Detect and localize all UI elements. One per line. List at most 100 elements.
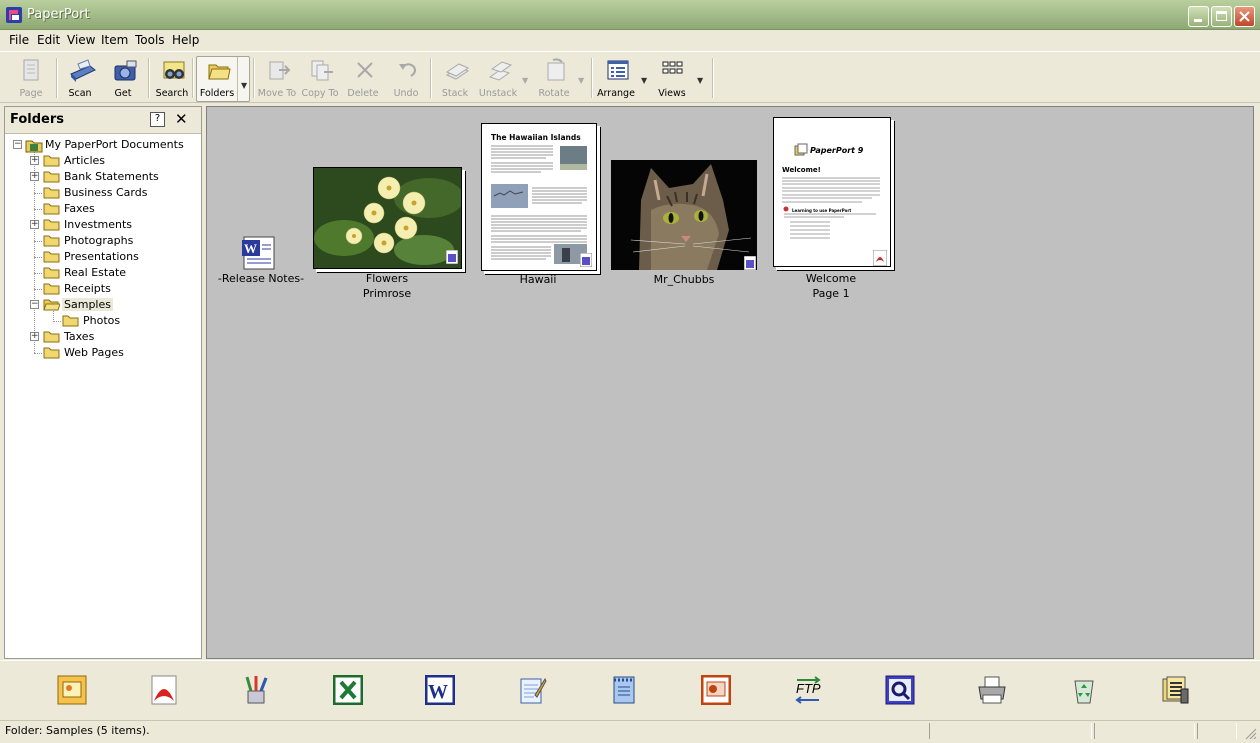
folder-icon [43, 267, 60, 279]
collapse-icon[interactable]: − [30, 300, 39, 309]
menu-file[interactable]: File [9, 33, 29, 47]
delete-x-icon [357, 62, 373, 78]
expand-icon[interactable]: + [30, 172, 39, 181]
paperport-desktop[interactable]: W -Release Notes- Flowers Primrose The H… [206, 106, 1254, 659]
folders-button[interactable]: Folders [197, 56, 237, 100]
expand-icon[interactable]: + [30, 156, 39, 165]
close-icon [1239, 11, 1250, 22]
toolbar-separator [712, 58, 714, 98]
status-bar: Folder: Samples (5 items). [0, 720, 1260, 743]
item-release-notes[interactable]: W -Release Notes- [218, 235, 304, 295]
folder-icon [43, 187, 60, 199]
primrose-photo [314, 168, 461, 268]
resize-grip-icon[interactable] [1244, 727, 1257, 740]
tree-item-web-pages[interactable]: Web Pages [5, 345, 195, 361]
pane-close-icon[interactable]: ✕ [175, 110, 188, 128]
search-button[interactable]: Search [152, 56, 192, 100]
folder-icon [43, 251, 60, 263]
get-button[interactable]: Get [103, 56, 143, 100]
rotate-dropdown-icon[interactable]: ▼ [578, 76, 584, 85]
tree-root[interactable]: − My PaperPort Documents [11, 137, 201, 153]
tree-item-photographs[interactable]: Photographs [5, 233, 195, 249]
paint-brushes-app-icon[interactable] [241, 675, 271, 705]
flowers-photo-thumbnail [313, 167, 462, 269]
arrange-button[interactable]: Arrange [596, 56, 636, 100]
wordpad-app-icon[interactable] [609, 675, 639, 705]
item-caption: Mr_Chubbs [653, 273, 715, 286]
notepad-app-icon[interactable] [517, 675, 547, 705]
views-button[interactable]: Views [652, 56, 692, 100]
menu-item[interactable]: Item [101, 33, 128, 47]
close-button[interactable] [1234, 6, 1255, 27]
scanner-icon [70, 59, 96, 82]
scan-button[interactable]: Scan [60, 56, 100, 100]
item-welcome[interactable]: PaperPort 9 Welcome! Learning to use Pap… [773, 117, 898, 302]
toolbar: Page Scan Get Search Folders ▼ Move To C… [0, 51, 1260, 103]
folder-icon [43, 219, 60, 231]
delete-button[interactable]: Delete [343, 56, 383, 100]
tree-item-taxes[interactable]: + Taxes [5, 329, 195, 345]
item-mr-chubbs[interactable]: Mr_Chubbs [611, 160, 761, 290]
tree-item-real-estate[interactable]: Real Estate [5, 265, 195, 281]
maximize-button[interactable] [1211, 6, 1232, 27]
search-app-icon[interactable] [885, 675, 915, 705]
arrange-dropdown-icon[interactable]: ▼ [641, 76, 647, 85]
folder-icon [43, 331, 60, 343]
menu-view[interactable]: View [67, 33, 95, 47]
tree-item-samples[interactable]: − Samples [5, 297, 195, 313]
stack-button[interactable]: Stack [435, 56, 475, 100]
help-icon[interactable]: ? [150, 112, 165, 127]
minimize-button[interactable] [1188, 6, 1209, 27]
zip-archive-app-icon[interactable] [1160, 675, 1190, 705]
tree-root-label: My PaperPort Documents [45, 138, 184, 151]
menu-edit[interactable]: Edit [37, 33, 60, 47]
expand-icon[interactable]: + [30, 332, 39, 341]
tree-item-photos[interactable]: Photos [5, 313, 195, 329]
binoculars-search-icon [163, 61, 185, 79]
title-bar[interactable]: PaperPort [0, 0, 1260, 30]
excel-app-icon[interactable] [333, 675, 363, 705]
unstack-icon [488, 61, 513, 81]
collapse-icon[interactable]: − [13, 140, 22, 149]
move-to-button[interactable]: Move To [257, 56, 297, 100]
paperport-image-badge-icon [446, 250, 458, 264]
hawaii-document-thumbnail: The Hawaiian Islands [481, 123, 597, 271]
page-button[interactable]: Page [11, 56, 51, 100]
copy-to-button[interactable]: Copy To [300, 56, 340, 100]
unstack-dropdown-icon[interactable]: ▼ [522, 76, 528, 85]
menu-bar: File Edit View Item Tools Help [0, 30, 1260, 50]
word-app-icon[interactable]: W [425, 675, 455, 705]
item-hawaii[interactable]: The Hawaiian Islands Hawaii [481, 123, 601, 288]
status-text: Folder: Samples (5 items). [5, 724, 150, 737]
recycle-bin-icon[interactable] [1069, 675, 1099, 705]
expand-icon[interactable]: + [30, 220, 39, 229]
welcome-doc-subheading: Learning to use PaperPort [792, 208, 852, 213]
tree-item-presentations[interactable]: Presentations [5, 249, 195, 265]
welcome-doc-heading: Welcome! [782, 166, 821, 174]
printer-app-icon[interactable] [977, 675, 1007, 705]
move-to-icon [269, 61, 291, 80]
tree-item-investments[interactable]: + Investments [5, 217, 195, 233]
tree-item-faxes[interactable]: Faxes [5, 201, 195, 217]
arrange-icon [607, 60, 629, 80]
cat-photo [611, 160, 757, 270]
rotate-button[interactable]: Rotate [534, 56, 574, 100]
views-grid-icon [662, 61, 683, 74]
tree-item-receipts[interactable]: Receipts [5, 281, 195, 297]
tree-item-articles[interactable]: + Articles [5, 153, 195, 169]
tree-item-business-cards[interactable]: Business Cards [5, 185, 195, 201]
tree-item-bank-statements[interactable]: + Bank Statements [5, 169, 195, 185]
folder-icon [43, 155, 60, 167]
menu-tools[interactable]: Tools [135, 33, 165, 47]
camera-get-icon [114, 60, 137, 81]
item-flowers-primrose[interactable]: Flowers Primrose [312, 166, 467, 301]
powerpoint-app-icon[interactable] [701, 675, 731, 705]
views-dropdown-icon[interactable]: ▼ [697, 76, 703, 85]
menu-help[interactable]: Help [172, 33, 199, 47]
paperport-logo-text: PaperPort 9 [810, 146, 864, 155]
slideshow-app-icon[interactable] [57, 675, 87, 705]
acrobat-pdf-app-icon[interactable] [149, 675, 179, 705]
unstack-button[interactable]: Unstack [478, 56, 518, 100]
undo-button[interactable]: Undo [386, 56, 426, 100]
paperport-app-icon[interactable] [5, 6, 23, 24]
